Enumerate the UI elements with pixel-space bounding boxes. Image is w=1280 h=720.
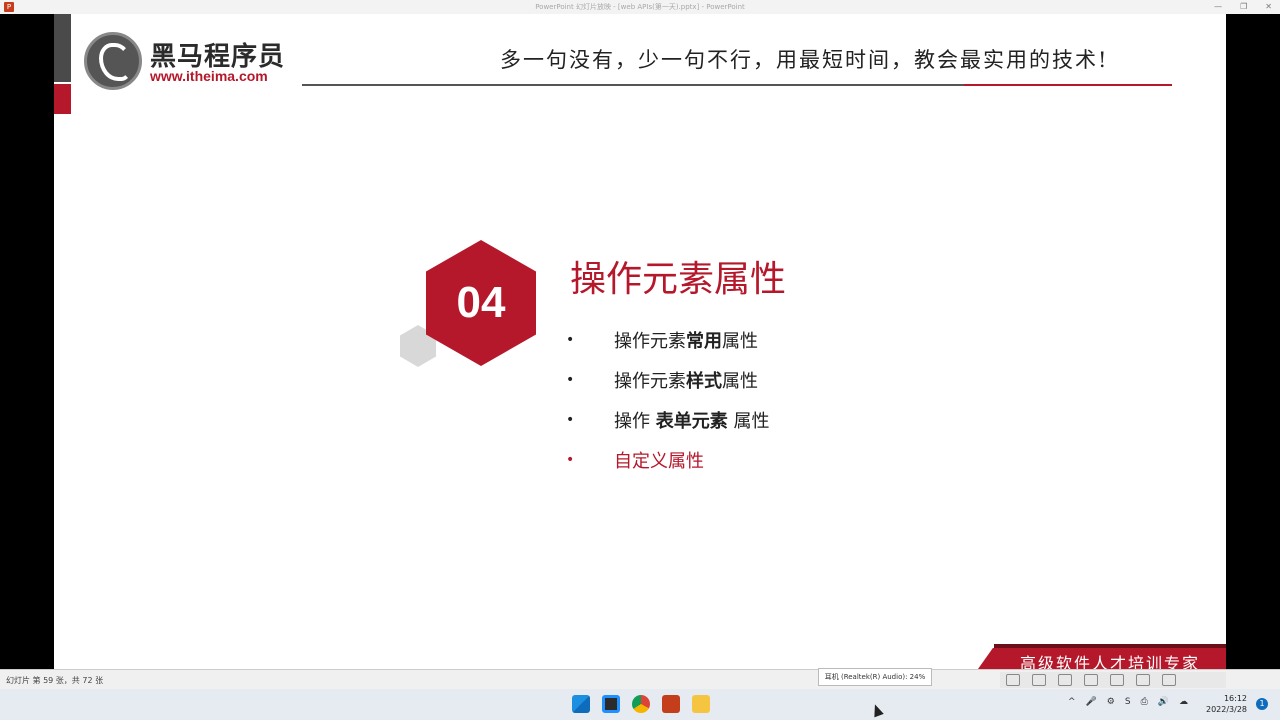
bullet-list: • 操作元素 常用 属性 • 操作元素 样式 属性 • 操作 表单元素 属性 • 自定义… (566, 320, 769, 480)
section-number: 04 (456, 278, 506, 327)
bullet-text-bold: 样式 (686, 371, 722, 392)
settings-icon[interactable]: ⚙ (1107, 697, 1115, 707)
grid-view-icon[interactable] (1110, 674, 1124, 686)
bullet-text-post: 属性 (727, 411, 770, 432)
bullet-marker: • (566, 332, 575, 348)
clock-date: 2022/3/28 (1206, 705, 1248, 714)
system-tray: ^ 🎤 ⚙ S ⎙ 🔊 ☁ (1068, 697, 1188, 707)
section-title: 操作元素属性 (570, 259, 787, 300)
window-title: PowerPoint 幻灯片放映 - [web APIs(第一天).pptx] … (535, 3, 745, 11)
letterbox-left (0, 14, 54, 669)
system-clock[interactable]: 16:12 2022/3/28 (1206, 693, 1247, 715)
tray-chevron-icon[interactable]: ^ (1068, 697, 1076, 707)
microphone-icon[interactable]: 🎤 (1086, 697, 1097, 707)
network-icon[interactable]: ⎙ (1141, 697, 1148, 707)
presentation-statusbar: 幻灯片 第 59 张，共 72 张 耳机 (Realtek(R) Audio):… (0, 668, 1280, 689)
bullet-item: • 操作元素 常用 属性 (566, 320, 769, 360)
bullet-item: • 操作元素 样式 属性 (566, 360, 769, 400)
folder-icon[interactable] (692, 695, 710, 713)
slogan-underline-accent (964, 84, 1172, 86)
bullet-text-pre: 操作元素 (614, 331, 686, 352)
bullet-text-bold: 常用 (686, 331, 722, 352)
bullet-text-post: 属性 (722, 371, 758, 392)
clock-time: 16:12 (1223, 694, 1248, 703)
bullet-text-bold: 表单元素 (655, 411, 728, 432)
minimize-icon[interactable]: — (1214, 0, 1222, 14)
speaker-icon[interactable]: 🔊 (1158, 697, 1169, 707)
snap-icon[interactable] (602, 695, 620, 713)
notification-badge[interactable]: 1 (1256, 698, 1268, 710)
reading-view-icon[interactable] (1136, 674, 1150, 686)
next-slide-icon[interactable] (1058, 674, 1072, 686)
bullet-text-post: 属性 (722, 331, 758, 352)
bullet-marker: • (566, 412, 575, 428)
normal-view-icon[interactable] (1084, 674, 1098, 686)
slide-counter: 幻灯片 第 59 张，共 72 张 (6, 676, 104, 685)
bullet-item-current: • 自定义属性 (566, 440, 769, 480)
prev-slide-icon[interactable] (1032, 674, 1046, 686)
volume-tooltip: 耳机 (Realtek(R) Audio): 24% (818, 668, 932, 686)
play-icon[interactable] (1162, 674, 1176, 686)
decor-strip-gray (54, 14, 71, 82)
letterbox-right (1226, 14, 1280, 669)
cloud-icon[interactable]: ☁ (1179, 697, 1188, 707)
powerpoint-icon[interactable] (662, 695, 680, 713)
window-titlebar: P PowerPoint 幻灯片放映 - [web APIs(第一天).pptx… (0, 0, 1280, 14)
itheima-logo-icon (84, 32, 142, 90)
close-icon[interactable]: ✕ (1265, 0, 1272, 14)
bullet-marker: • (566, 452, 575, 468)
bullet-text-pre: 操作 (614, 411, 656, 432)
bullet-marker: • (566, 372, 575, 388)
windows-taskbar: ^ 🎤 ⚙ S ⎙ 🔊 ☁ 16:12 2022/3/28 1 (0, 689, 1280, 720)
footer-banner-shadow (994, 644, 1226, 648)
decor-strip-red (54, 84, 71, 114)
restore-icon[interactable]: ❐ (1240, 0, 1247, 14)
bullet-text-pre: 自定义属性 (614, 451, 704, 472)
slogan: 多一句没有，少一句不行，用最短时间，教会最实用的技术! (500, 48, 1109, 72)
app-s-icon[interactable]: S (1125, 697, 1131, 707)
slide-canvas[interactable]: 黑马程序员 www.itheima.com 多一句没有，少一句不行，用最短时间，… (54, 14, 1226, 669)
horse-icon (99, 43, 131, 81)
taskbar-pinned-apps (572, 695, 710, 713)
chrome-icon[interactable] (632, 695, 650, 713)
bullet-item: • 操作 表单元素 属性 (566, 400, 769, 440)
logo-url: www.itheima.com (150, 68, 268, 84)
slideshow-toolbar (1000, 672, 1226, 688)
start-icon[interactable] (572, 695, 590, 713)
footer-banner-text: 高级软件人才培训专家 (1020, 654, 1201, 669)
pen-icon[interactable] (1006, 674, 1020, 686)
window-controls: — ❐ ✕ (1214, 0, 1272, 14)
bullet-text-pre: 操作元素 (614, 371, 686, 392)
